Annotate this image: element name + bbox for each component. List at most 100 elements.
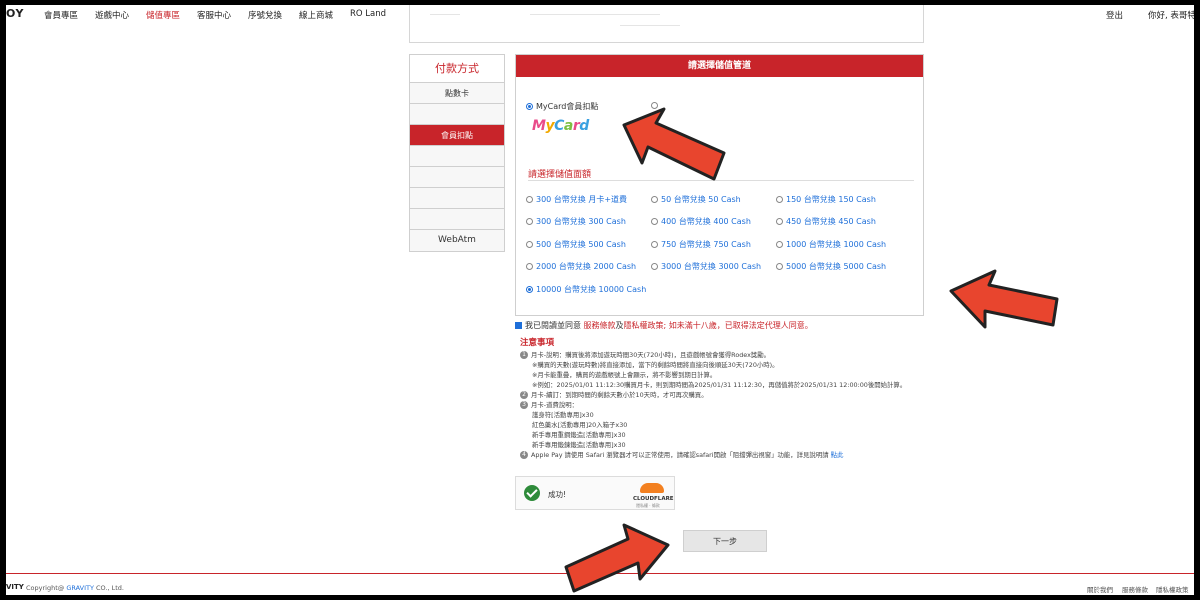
amount-option-label: 50 台幣兌換 50 Cash xyxy=(661,195,741,204)
note-text: 新手專用鍛鍊鍛造[活動專用]x30 xyxy=(532,441,626,449)
amount-cash: 500 Cash xyxy=(588,240,626,249)
amount-twd: 1000 台幣兌換 xyxy=(786,240,844,249)
radio-icon[interactable] xyxy=(526,263,533,270)
amount-option[interactable]: 750 台幣兌換 750 Cash xyxy=(651,239,751,250)
nav-item-roland[interactable]: RO Land xyxy=(350,9,386,19)
amount-option[interactable]: 400 台幣兌換 400 Cash xyxy=(651,216,751,227)
nav-item-deposit[interactable]: 儲值專區 xyxy=(146,9,180,21)
radio-icon[interactable] xyxy=(526,286,533,293)
captcha-links[interactable]: 隱私權 · 條款 xyxy=(636,503,660,509)
amount-option[interactable]: 300 台幣兌換 月卡+道費 xyxy=(526,194,627,205)
nav-item-support[interactable]: 客服中心 xyxy=(197,9,231,21)
radio-icon[interactable] xyxy=(526,196,533,203)
agreement-text: ; 如未滿十八歲，已取得法定代理人同意。 xyxy=(663,321,813,330)
note-number: 2 xyxy=(520,391,528,399)
note-link[interactable]: 點此 xyxy=(831,451,844,459)
note-line: 新手專用重鋼鍛造[活動專用]x30 xyxy=(520,430,920,440)
footer-link-terms[interactable]: 服務條款 xyxy=(1122,584,1148,594)
divider xyxy=(430,14,460,15)
logout-link[interactable]: 登出 xyxy=(1106,9,1123,21)
radio-icon[interactable] xyxy=(776,218,783,225)
footer-link-about[interactable]: 關於我們 xyxy=(1087,584,1113,594)
notes-title: 注意事項 xyxy=(520,338,555,348)
terms-link[interactable]: 服務條款 xyxy=(584,321,616,330)
amount-option[interactable]: 5000 台幣兌換 5000 Cash xyxy=(776,261,886,272)
note-number: 3 xyxy=(520,401,528,409)
footer-link-privacy[interactable]: 隱私權政策 xyxy=(1156,584,1189,594)
site-logo[interactable]: OY xyxy=(6,7,24,20)
annotation-arrow-icon xyxy=(622,107,726,181)
next-button[interactable]: 下一步 xyxy=(683,530,767,552)
amount-option-label: 150 台幣兌換 150 Cash xyxy=(786,195,876,204)
radio-icon[interactable] xyxy=(776,263,783,270)
radio-icon[interactable] xyxy=(776,196,783,203)
privacy-link[interactable]: 隱私權政策 xyxy=(624,321,664,330)
amount-twd: 300 台幣兌換 xyxy=(536,217,589,226)
payment-method-webatm[interactable]: WebAtm xyxy=(410,230,504,251)
payment-method-item[interactable] xyxy=(410,188,504,209)
captcha-brand: CLOUDFLARE xyxy=(633,496,674,502)
checkbox-icon[interactable] xyxy=(515,322,522,329)
note-text: ※月卡能重疊，購買的遊戲帳號上會顯示，將不影響到期日計算。 xyxy=(532,371,717,379)
payment-method-item[interactable] xyxy=(410,209,504,230)
nav-item-member[interactable]: 會員專區 xyxy=(44,9,78,21)
amount-option-label: 450 台幣兌換 450 Cash xyxy=(786,217,876,226)
notes: 注意事項 1 月卡-說明：購買後將添加遊玩時間30天(720小時)，且遊戲帳號會獲… xyxy=(520,338,920,460)
radio-icon[interactable] xyxy=(651,263,658,270)
amount-cash: 5000 Cash xyxy=(843,262,887,271)
amount-option[interactable]: 50 台幣兌換 50 Cash xyxy=(651,194,741,205)
note-line: ※例如：2025/01/01 11:12:30購買月卡，則到期時間為2025/0… xyxy=(520,380,920,390)
payment-method-member-points[interactable]: 會員扣點 xyxy=(410,125,504,146)
amount-option[interactable]: 3000 台幣兌換 3000 Cash xyxy=(651,261,761,272)
captcha-status: 成功! xyxy=(548,490,567,499)
amount-twd: 150 台幣兌換 xyxy=(786,195,839,204)
amount-cash: 2000 Cash xyxy=(593,262,637,271)
agreement[interactable]: 我已閱讀並同意 服務條款及隱私權政策; 如未滿十八歲，已取得法定代理人同意。 xyxy=(515,320,813,331)
note-line: ※購買的天數(遊玩時數)將直接添加，當下的剩餘時間將直接向後順延30天(720小… xyxy=(520,360,920,370)
amount-option[interactable]: 2000 台幣兌換 2000 Cash xyxy=(526,261,636,272)
agreement-text: 我已閱讀並同意 xyxy=(525,321,584,330)
amount-option-label: 400 台幣兌換 400 Cash xyxy=(661,217,751,226)
radio-icon[interactable] xyxy=(776,241,783,248)
note-line: 3 月卡-道費說明： xyxy=(520,400,920,410)
amount-option[interactable]: 150 台幣兌換 150 Cash xyxy=(776,194,876,205)
radio-icon[interactable] xyxy=(526,241,533,248)
amount-cash: 450 Cash xyxy=(838,217,876,226)
nav-item-serial[interactable]: 序號兌換 xyxy=(248,9,282,21)
channel-mycard-label: MyCard會員扣點 xyxy=(536,102,599,111)
amount-option-label: 750 台幣兌換 750 Cash xyxy=(661,240,751,249)
note-text: 紅色藥水[活動專用]20入箱子x30 xyxy=(532,421,628,429)
amount-option-label: 5000 台幣兌換 5000 Cash xyxy=(786,262,886,271)
nav-item-shop[interactable]: 線上商城 xyxy=(299,9,333,21)
channel-mycard[interactable]: MyCard會員扣點 xyxy=(526,101,598,112)
amount-twd: 300 台幣兌換 xyxy=(536,195,589,204)
radio-icon[interactable] xyxy=(651,241,658,248)
amount-option[interactable]: 1000 台幣兌換 1000 Cash xyxy=(776,239,886,250)
amount-option[interactable]: 10000 台幣兌換 10000 Cash xyxy=(526,284,646,295)
payment-method-item[interactable] xyxy=(410,167,504,188)
upper-form-box xyxy=(409,5,924,43)
amount-option[interactable]: 450 台幣兌換 450 Cash xyxy=(776,216,876,227)
amount-cash: 月卡+道費 xyxy=(588,195,628,204)
captcha-widget[interactable]: 成功! CLOUDFLARE 隱私權 · 條款 xyxy=(515,476,675,510)
nav-item-games[interactable]: 遊戲中心 xyxy=(95,9,129,21)
radio-icon[interactable] xyxy=(651,196,658,203)
amount-twd: 50 台幣兌換 xyxy=(661,195,709,204)
payment-method-item[interactable] xyxy=(410,146,504,167)
note-line: 1 月卡-說明：購買後將添加遊玩時間30天(720小時)，且遊戲帳號會獲得Rode… xyxy=(520,350,920,360)
amount-twd: 5000 台幣兌換 xyxy=(786,262,844,271)
amount-option[interactable]: 300 台幣兌換 300 Cash xyxy=(526,216,626,227)
payment-method-point-card[interactable]: 點數卡 xyxy=(410,83,504,104)
amount-option-label: 300 台幣兌換 300 Cash xyxy=(536,217,626,226)
note-line: 紅色藥水[活動專用]20入箱子x30 xyxy=(520,420,920,430)
copyright: Copyright@ GRAVITY CO., Ltd. xyxy=(26,584,124,592)
radio-icon[interactable] xyxy=(526,218,533,225)
note-line: 新手專用鍛鍊鍛造[活動專用]x30 xyxy=(520,440,920,450)
radio-icon[interactable] xyxy=(651,218,658,225)
note-text: 月卡-說明：購買後將添加遊玩時間30天(720小時)，且遊戲帳號會獲得Rodex… xyxy=(531,351,771,359)
payment-method-item[interactable] xyxy=(410,104,504,125)
radio-icon[interactable] xyxy=(526,103,533,110)
amount-option-label: 1000 台幣兌換 1000 Cash xyxy=(786,240,886,249)
amount-option[interactable]: 500 台幣兌換 500 Cash xyxy=(526,239,626,250)
amount-cash: 750 Cash xyxy=(713,240,751,249)
